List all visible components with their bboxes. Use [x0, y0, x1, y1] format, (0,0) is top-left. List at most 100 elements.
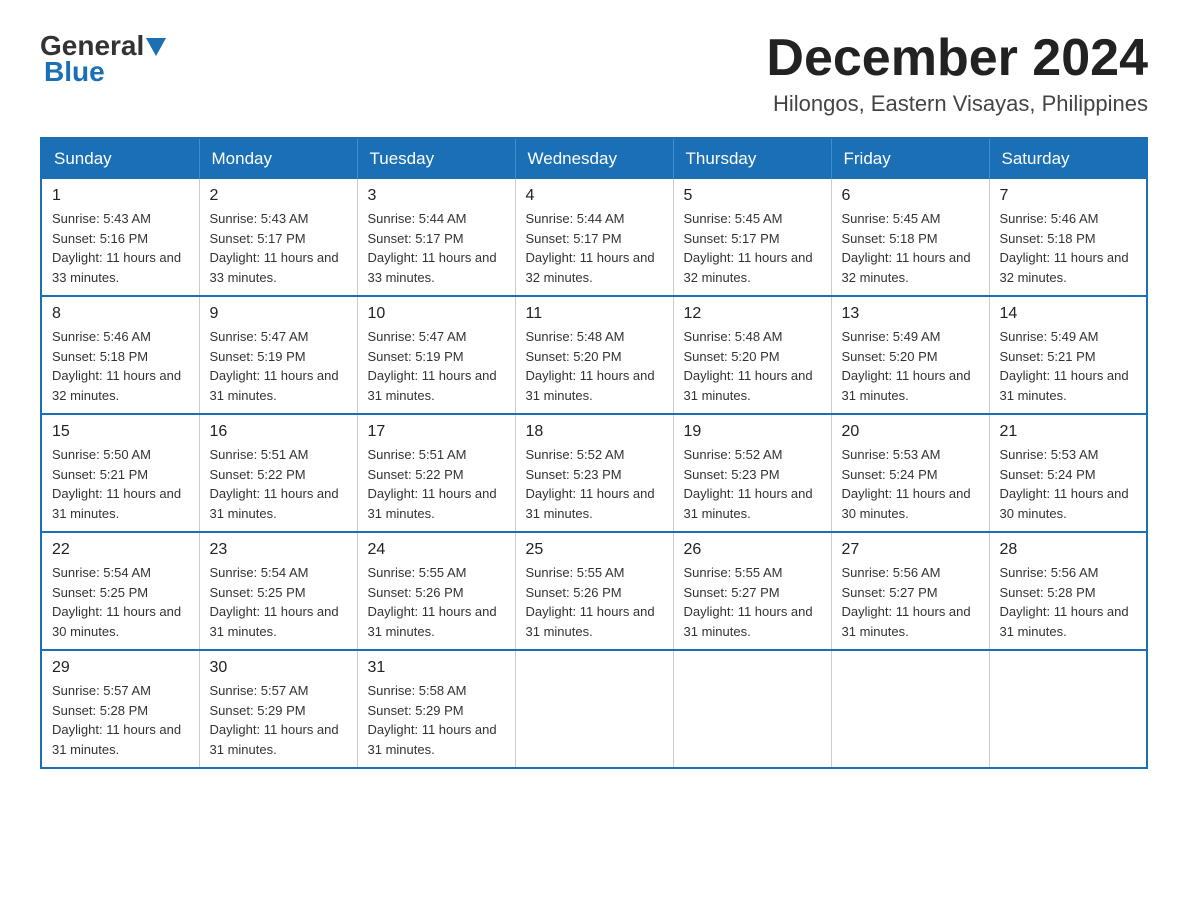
day-number: 17 [368, 423, 505, 441]
day-info: Sunrise: 5:48 AM Sunset: 5:20 PM Dayligh… [526, 327, 663, 405]
day-number: 13 [842, 305, 979, 323]
day-info: Sunrise: 5:53 AM Sunset: 5:24 PM Dayligh… [1000, 445, 1137, 523]
sunrise-label: Sunrise: 5:51 AM [210, 447, 309, 462]
day-info: Sunrise: 5:46 AM Sunset: 5:18 PM Dayligh… [52, 327, 189, 405]
sunset-label: Sunset: 5:17 PM [684, 231, 780, 246]
sunset-label: Sunset: 5:20 PM [684, 349, 780, 364]
daylight-label: Daylight: 11 hours and 31 minutes. [1000, 368, 1129, 403]
calendar-day-header: Monday [199, 138, 357, 179]
day-number: 16 [210, 423, 347, 441]
sunrise-label: Sunrise: 5:56 AM [1000, 565, 1099, 580]
sunrise-label: Sunrise: 5:55 AM [526, 565, 625, 580]
day-info: Sunrise: 5:48 AM Sunset: 5:20 PM Dayligh… [684, 327, 821, 405]
day-info: Sunrise: 5:46 AM Sunset: 5:18 PM Dayligh… [1000, 209, 1137, 287]
page-header: General Blue December 2024 Hilongos, Eas… [40, 30, 1148, 117]
page-title: December 2024 [766, 30, 1148, 87]
daylight-label: Daylight: 11 hours and 31 minutes. [526, 368, 655, 403]
sunrise-label: Sunrise: 5:53 AM [842, 447, 941, 462]
day-info: Sunrise: 5:56 AM Sunset: 5:27 PM Dayligh… [842, 563, 979, 641]
daylight-label: Daylight: 11 hours and 31 minutes. [526, 486, 655, 521]
sunset-label: Sunset: 5:25 PM [52, 585, 148, 600]
day-info: Sunrise: 5:47 AM Sunset: 5:19 PM Dayligh… [368, 327, 505, 405]
sunrise-label: Sunrise: 5:52 AM [526, 447, 625, 462]
day-number: 2 [210, 187, 347, 205]
day-number: 19 [684, 423, 821, 441]
calendar-day-cell [673, 650, 831, 768]
sunrise-label: Sunrise: 5:54 AM [210, 565, 309, 580]
calendar-day-header: Tuesday [357, 138, 515, 179]
calendar-day-cell: 12 Sunrise: 5:48 AM Sunset: 5:20 PM Dayl… [673, 296, 831, 414]
sunset-label: Sunset: 5:26 PM [368, 585, 464, 600]
calendar-week-row: 8 Sunrise: 5:46 AM Sunset: 5:18 PM Dayli… [41, 296, 1147, 414]
day-info: Sunrise: 5:57 AM Sunset: 5:29 PM Dayligh… [210, 681, 347, 759]
daylight-label: Daylight: 11 hours and 31 minutes. [368, 604, 497, 639]
day-number: 24 [368, 541, 505, 559]
sunrise-label: Sunrise: 5:46 AM [1000, 211, 1099, 226]
day-info: Sunrise: 5:44 AM Sunset: 5:17 PM Dayligh… [368, 209, 505, 287]
sunset-label: Sunset: 5:17 PM [368, 231, 464, 246]
sunset-label: Sunset: 5:29 PM [210, 703, 306, 718]
calendar-day-cell: 3 Sunrise: 5:44 AM Sunset: 5:17 PM Dayli… [357, 179, 515, 296]
calendar-day-cell [831, 650, 989, 768]
logo: General Blue [40, 30, 172, 88]
title-area: December 2024 Hilongos, Eastern Visayas,… [766, 30, 1148, 117]
day-number: 8 [52, 305, 189, 323]
day-number: 4 [526, 187, 663, 205]
calendar-day-header: Friday [831, 138, 989, 179]
day-number: 9 [210, 305, 347, 323]
calendar-day-cell: 15 Sunrise: 5:50 AM Sunset: 5:21 PM Dayl… [41, 414, 199, 532]
daylight-label: Daylight: 11 hours and 31 minutes. [368, 368, 497, 403]
sunrise-label: Sunrise: 5:43 AM [210, 211, 309, 226]
sunset-label: Sunset: 5:27 PM [684, 585, 780, 600]
calendar-day-cell [989, 650, 1147, 768]
daylight-label: Daylight: 11 hours and 31 minutes. [526, 604, 655, 639]
sunrise-label: Sunrise: 5:43 AM [52, 211, 151, 226]
day-number: 30 [210, 659, 347, 677]
calendar-header-row: SundayMondayTuesdayWednesdayThursdayFrid… [41, 138, 1147, 179]
calendar-day-cell: 9 Sunrise: 5:47 AM Sunset: 5:19 PM Dayli… [199, 296, 357, 414]
calendar-day-cell: 29 Sunrise: 5:57 AM Sunset: 5:28 PM Dayl… [41, 650, 199, 768]
sunrise-label: Sunrise: 5:45 AM [842, 211, 941, 226]
calendar-day-cell: 23 Sunrise: 5:54 AM Sunset: 5:25 PM Dayl… [199, 532, 357, 650]
sunset-label: Sunset: 5:18 PM [52, 349, 148, 364]
day-number: 6 [842, 187, 979, 205]
daylight-label: Daylight: 11 hours and 31 minutes. [210, 604, 339, 639]
sunrise-label: Sunrise: 5:55 AM [368, 565, 467, 580]
calendar-table: SundayMondayTuesdayWednesdayThursdayFrid… [40, 137, 1148, 769]
calendar-week-row: 15 Sunrise: 5:50 AM Sunset: 5:21 PM Dayl… [41, 414, 1147, 532]
calendar-day-cell: 5 Sunrise: 5:45 AM Sunset: 5:17 PM Dayli… [673, 179, 831, 296]
day-info: Sunrise: 5:43 AM Sunset: 5:16 PM Dayligh… [52, 209, 189, 287]
sunrise-label: Sunrise: 5:49 AM [1000, 329, 1099, 344]
day-number: 15 [52, 423, 189, 441]
day-number: 21 [1000, 423, 1137, 441]
daylight-label: Daylight: 11 hours and 32 minutes. [1000, 250, 1129, 285]
day-number: 12 [684, 305, 821, 323]
calendar-day-cell: 21 Sunrise: 5:53 AM Sunset: 5:24 PM Dayl… [989, 414, 1147, 532]
calendar-day-cell: 20 Sunrise: 5:53 AM Sunset: 5:24 PM Dayl… [831, 414, 989, 532]
daylight-label: Daylight: 11 hours and 31 minutes. [684, 368, 813, 403]
calendar-day-header: Sunday [41, 138, 199, 179]
day-number: 31 [368, 659, 505, 677]
sunrise-label: Sunrise: 5:56 AM [842, 565, 941, 580]
daylight-label: Daylight: 11 hours and 33 minutes. [52, 250, 181, 285]
sunset-label: Sunset: 5:28 PM [52, 703, 148, 718]
sunset-label: Sunset: 5:24 PM [842, 467, 938, 482]
day-number: 1 [52, 187, 189, 205]
calendar-day-cell: 17 Sunrise: 5:51 AM Sunset: 5:22 PM Dayl… [357, 414, 515, 532]
daylight-label: Daylight: 11 hours and 31 minutes. [684, 486, 813, 521]
daylight-label: Daylight: 11 hours and 33 minutes. [368, 250, 497, 285]
day-info: Sunrise: 5:43 AM Sunset: 5:17 PM Dayligh… [210, 209, 347, 287]
sunrise-label: Sunrise: 5:51 AM [368, 447, 467, 462]
calendar-day-cell: 28 Sunrise: 5:56 AM Sunset: 5:28 PM Dayl… [989, 532, 1147, 650]
sunset-label: Sunset: 5:25 PM [210, 585, 306, 600]
day-info: Sunrise: 5:51 AM Sunset: 5:22 PM Dayligh… [368, 445, 505, 523]
sunset-label: Sunset: 5:29 PM [368, 703, 464, 718]
day-number: 28 [1000, 541, 1137, 559]
sunrise-label: Sunrise: 5:52 AM [684, 447, 783, 462]
sunset-label: Sunset: 5:22 PM [210, 467, 306, 482]
day-number: 22 [52, 541, 189, 559]
calendar-week-row: 1 Sunrise: 5:43 AM Sunset: 5:16 PM Dayli… [41, 179, 1147, 296]
sunset-label: Sunset: 5:16 PM [52, 231, 148, 246]
sunset-label: Sunset: 5:24 PM [1000, 467, 1096, 482]
calendar-day-cell: 18 Sunrise: 5:52 AM Sunset: 5:23 PM Dayl… [515, 414, 673, 532]
